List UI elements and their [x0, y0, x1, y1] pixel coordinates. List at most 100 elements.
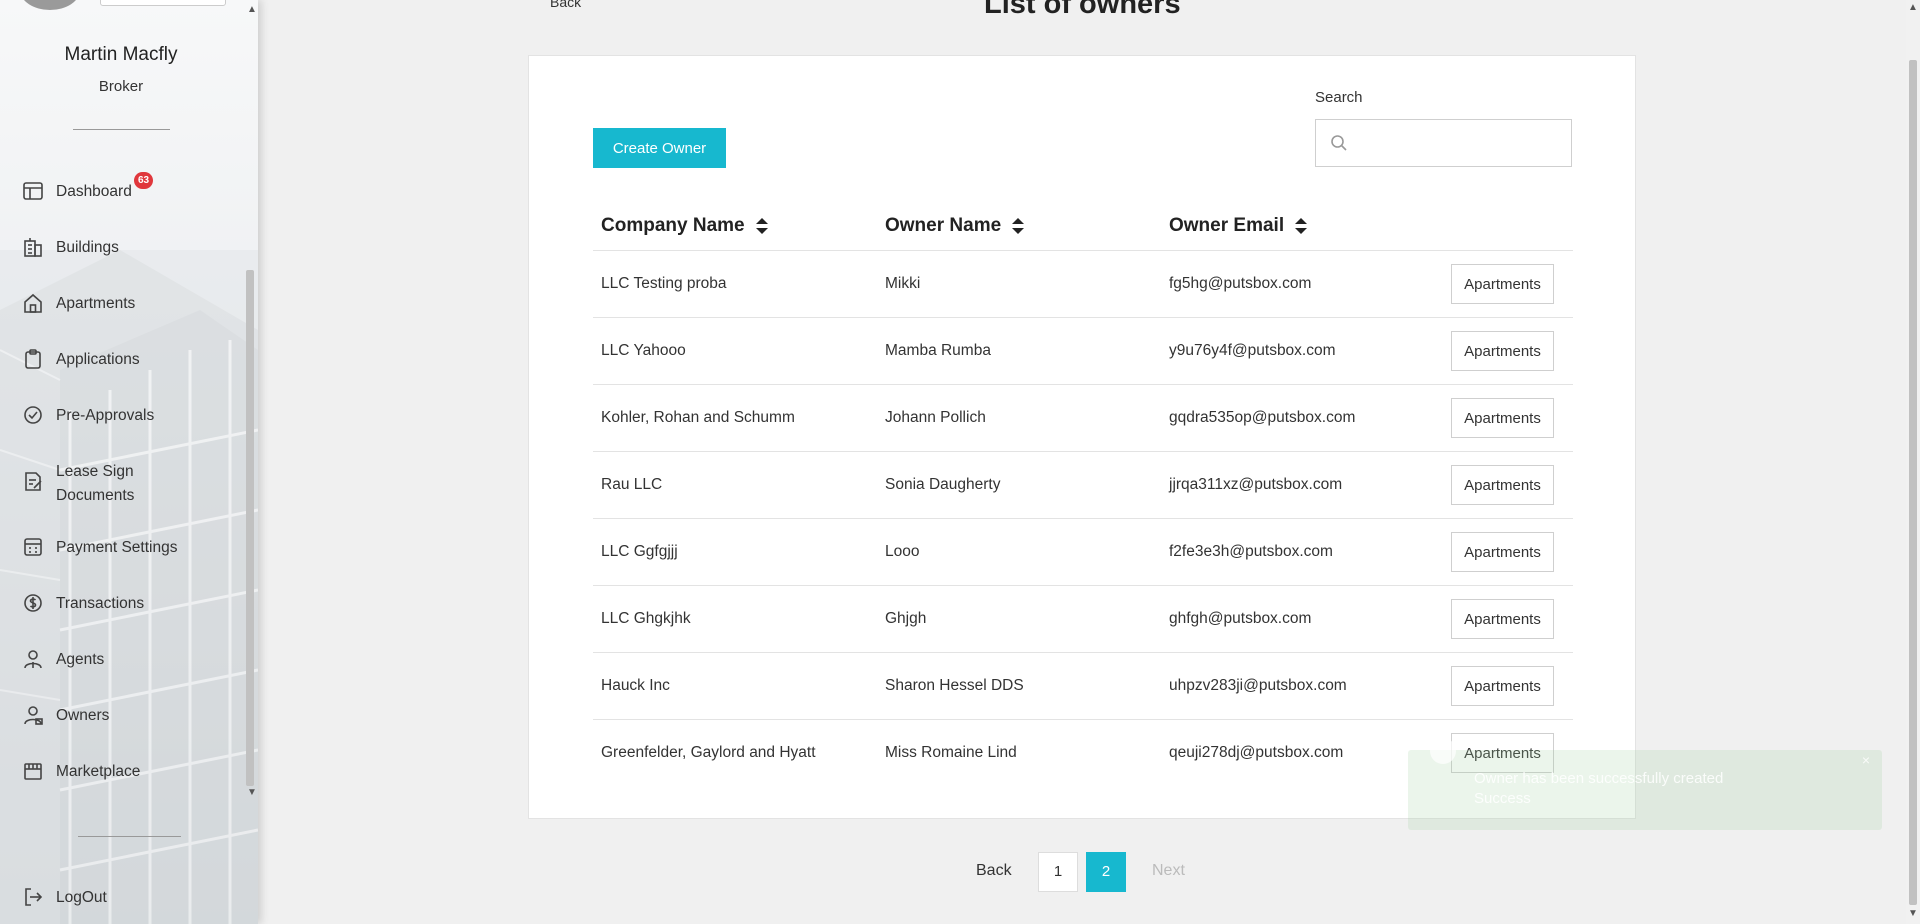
sort-icon [1295, 218, 1308, 234]
sidebar-scrollbar[interactable] [246, 270, 254, 786]
company-name-cell: Hauck Inc [601, 677, 670, 694]
table-header: Company Name Owner Name Owner Email [593, 201, 1573, 251]
money-icon [22, 592, 44, 614]
owner-icon [22, 704, 44, 726]
company-name-cell: LLC Yahooo [601, 342, 686, 359]
success-icon [1430, 738, 1456, 764]
pagination-back-button[interactable]: Back [976, 862, 1012, 880]
dashboard-icon [22, 180, 44, 202]
sort-icon [755, 218, 768, 234]
avatar[interactable] [20, 0, 80, 10]
owner-name-cell: Ghjgh [885, 610, 927, 627]
scroll-down-arrow-icon[interactable]: ▼ [1908, 908, 1918, 919]
page-1-button[interactable]: 1 [1038, 852, 1078, 892]
owner-email-cell: y9u76y4f@putsbox.com [1169, 342, 1336, 359]
success-toast: Owner has been successfully created Succ… [1408, 738, 1882, 830]
sidebar-item-label: Applications [56, 351, 140, 368]
page-scrollbar[interactable]: ▲ ▼ [1906, 0, 1920, 924]
user-role: Broker [98, 78, 144, 95]
company-name-cell: LLC Ggfgjjj [601, 543, 678, 560]
building-icon [22, 236, 44, 258]
sidebar-item-buildings[interactable]: Buildings [22, 236, 119, 260]
owners-table: Company Name Owner Name Owner Email LLC … [593, 201, 1573, 787]
table-row: LLC Testing proba Mikki fg5hg@putsbox.co… [593, 251, 1573, 318]
apartments-button[interactable]: Apartments [1451, 532, 1554, 572]
sidebar: ▲ Martin Macfly Broker Dashboard 63 Buil… [0, 0, 258, 924]
owner-email-cell: ghfgh@putsbox.com [1169, 610, 1312, 627]
store-icon [22, 760, 44, 782]
column-header-owner-email[interactable]: Owner Email [1169, 201, 1308, 251]
sidebar-item-agents[interactable]: Agents [22, 648, 104, 672]
toast-message: Owner has been successfully created [1474, 770, 1724, 787]
table-row: LLC Ghgkjhk Ghjgh ghfgh@putsbox.com Apar… [593, 586, 1573, 653]
apartments-button[interactable]: Apartments [1451, 666, 1554, 706]
sidebar-item-payment-settings[interactable]: Payment Settings [22, 536, 177, 560]
close-icon[interactable]: × [1862, 752, 1870, 768]
page-2-button[interactable]: 2 [1086, 852, 1126, 892]
apartments-button[interactable]: Apartments [1451, 331, 1554, 371]
pagination: Back 1 2 Next [0, 852, 1920, 892]
apartments-button[interactable]: Apartments [1451, 264, 1554, 304]
sidebar-item-label: Apartments [56, 295, 136, 312]
owner-name-cell: Johann Pollich [885, 409, 986, 426]
sort-icon [1012, 218, 1025, 234]
sidebar-item-label: Payment Settings [56, 539, 178, 556]
scroll-up-arrow-icon[interactable]: ▲ [1908, 2, 1918, 13]
table-row: Hauck Inc Sharon Hessel DDS uhpzv283ji@p… [593, 653, 1573, 720]
apartments-button[interactable]: Apartments [1451, 398, 1554, 438]
user-name: Martin Macfly [64, 44, 178, 65]
scrollbar-thumb[interactable] [1909, 60, 1917, 905]
clipboard-icon [22, 348, 44, 370]
sidebar-divider [78, 836, 181, 837]
search-label: Search [1315, 89, 1363, 106]
owner-name-cell: Miss Romaine Lind [885, 744, 1017, 761]
search-field[interactable] [1315, 119, 1572, 167]
owner-email-cell: fg5hg@putsbox.com [1169, 275, 1312, 292]
sidebar-item-owners[interactable]: Owners [22, 704, 109, 728]
sidebar-item-applications[interactable]: Applications [22, 348, 140, 372]
sidebar-divider [73, 129, 170, 130]
sidebar-item-apartments[interactable]: Apartments [22, 292, 135, 316]
owner-email-cell: jjrqa311xz@putsbox.com [1169, 476, 1343, 493]
sidebar-item-label: Agents [56, 651, 105, 668]
sidebar-item-lease-sign-documents[interactable]: Lease Sign Documents [22, 460, 172, 508]
owner-name-cell: Sharon Hessel DDS [885, 677, 1024, 694]
owner-email-cell: uhpzv283ji@putsbox.com [1169, 677, 1347, 694]
company-name-cell: Rau LLC [601, 476, 663, 493]
column-header-company-name[interactable]: Company Name [601, 201, 769, 251]
calculator-icon [22, 536, 44, 558]
pagination-next-button[interactable]: Next [1152, 862, 1185, 880]
scroll-down-arrow-icon[interactable]: ▼ [247, 787, 257, 798]
sidebar-item-dashboard[interactable]: Dashboard 63 [22, 172, 153, 204]
column-label: Company Name [601, 215, 745, 236]
search-icon [1330, 134, 1348, 152]
apartments-button[interactable]: Apartments [1451, 599, 1554, 639]
search-input[interactable] [1356, 123, 1566, 163]
page-title: List of owners [984, 0, 1181, 20]
column-label: Owner Name [885, 215, 1002, 236]
company-name-cell: Greenfelder, Gaylord and Hyatt [601, 744, 816, 761]
home-icon [22, 292, 44, 314]
scroll-up-arrow-icon[interactable]: ▲ [247, 4, 257, 15]
agent-icon [22, 648, 44, 670]
owner-name-cell: Sonia Daugherty [885, 476, 1001, 493]
company-name-cell: Kohler, Rohan and Schumm [601, 409, 795, 426]
owners-card: Create Owner Search Company Name Owner N… [528, 55, 1636, 819]
sidebar-item-transactions[interactable]: Transactions [22, 592, 144, 616]
owner-email-cell: gqdra535op@putsbox.com [1169, 409, 1356, 426]
column-header-owner-name[interactable]: Owner Name [885, 201, 1025, 251]
sidebar-item-label: Buildings [56, 239, 119, 256]
create-owner-button[interactable]: Create Owner [593, 128, 726, 168]
company-name-cell: LLC Testing proba [601, 275, 727, 292]
table-row: Kohler, Rohan and Schumm Johann Pollich … [593, 385, 1573, 452]
top-field [100, 0, 226, 6]
sidebar-item-label: Owners [56, 707, 110, 724]
sidebar-item-pre-approvals[interactable]: Pre-Approvals [22, 404, 154, 428]
check-circle-icon [22, 404, 44, 426]
back-link[interactable]: Back [550, 0, 581, 10]
sidebar-item-label: Transactions [56, 595, 145, 612]
apartments-button[interactable]: Apartments [1451, 465, 1554, 505]
sidebar-item-marketplace[interactable]: Marketplace [22, 760, 140, 784]
owner-email-cell: f2fe3e3h@putsbox.com [1169, 543, 1333, 560]
sidebar-item-label: Dashboard [56, 183, 132, 200]
